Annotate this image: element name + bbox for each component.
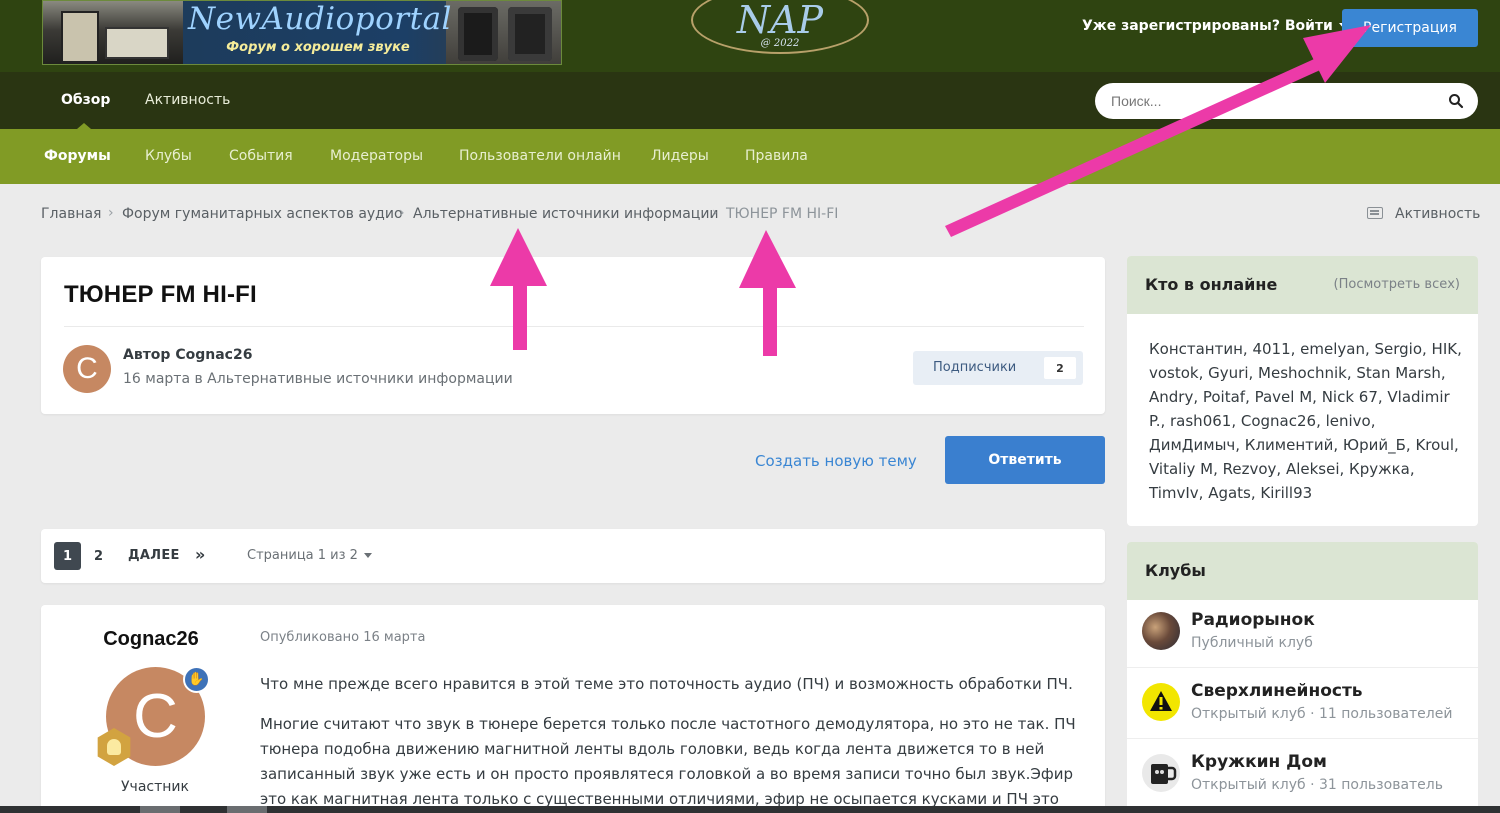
activity-label: Активность — [1395, 206, 1481, 222]
create-topic-link[interactable]: Создать новую тему — [755, 452, 917, 470]
main-nav: Обзор Активность — [0, 72, 1500, 129]
club-name[interactable]: Кружкин Дом — [1191, 752, 1327, 772]
subnav-online-users[interactable]: Пользователи онлайн — [459, 148, 621, 164]
widget-title: Кто в онлайне — [1145, 275, 1278, 294]
site-banner[interactable]: NewAudioportal Форум о хорошем звуке — [42, 0, 562, 65]
breadcrumb-home[interactable]: Главная — [41, 206, 101, 222]
logo-text: NAP — [736, 0, 824, 42]
search-input[interactable] — [1111, 83, 1431, 119]
subnav-rules[interactable]: Правила — [745, 148, 808, 164]
post-date: Опубликовано 16 марта — [260, 630, 426, 645]
subnav-events[interactable]: События — [229, 148, 293, 164]
site-logo[interactable]: NAP @ 2022 — [691, 0, 869, 54]
hand-icon: ✋ — [183, 666, 210, 693]
followers-label: Подписчики — [933, 360, 1017, 375]
subnav-moderators[interactable]: Модераторы — [330, 148, 423, 164]
post-card: Cognac26 C ✋ Участник Опубликовано 16 ма… — [41, 605, 1105, 813]
club-name[interactable]: Радиорынок — [1191, 610, 1315, 630]
club-radiorynok-icon — [1142, 612, 1180, 650]
club-name[interactable]: Сверхлинейность — [1191, 681, 1363, 701]
activity-link[interactable]: Активность — [1367, 206, 1480, 222]
banner-subtitle: Форум о хорошем звуке — [226, 40, 410, 55]
page-jump-label: Страница 1 из 2 — [247, 548, 358, 563]
member-role: Участник — [121, 779, 189, 795]
widget-title: Клубы — [1145, 561, 1206, 580]
club-item[interactable]: Сверхлинейность Открытый клуб · 11 польз… — [1127, 668, 1478, 739]
page-title: ТЮНЕР FM HI-FI — [64, 281, 257, 308]
breadcrumb-forum[interactable]: Форум гуманитарных аспектов аудио — [122, 206, 403, 222]
post-paragraph: Что мне прежде всего нравится в этой тем… — [260, 675, 1073, 693]
subnav-leaders[interactable]: Лидеры — [651, 148, 709, 164]
breadcrumb-separator-icon: › — [712, 205, 718, 221]
followers-count-badge: 2 — [1044, 357, 1076, 379]
banner-photo-speakers — [446, 1, 561, 64]
banner-title: NewAudioportal — [188, 1, 452, 37]
club-superlinearity-icon — [1142, 683, 1180, 721]
sub-nav: Форумы Клубы События Модераторы Пользова… — [0, 129, 1500, 184]
topic-author[interactable]: Автор Cognac26 — [123, 347, 252, 363]
taskbar-strip — [0, 806, 1500, 813]
page-2-button[interactable]: 2 — [85, 542, 112, 570]
rank-badge-inner — [107, 739, 121, 755]
view-all-online-link[interactable]: (Посмотреть всех) — [1334, 277, 1460, 292]
pagination: 1 2 ДАЛЕЕ » Страница 1 из 2 — [41, 529, 1105, 583]
widget-header: Кто в онлайне (Посмотреть всех) — [1127, 256, 1478, 314]
breadcrumb-subforum[interactable]: Альтернативные источники информации — [413, 206, 719, 222]
post-paragraph: Многие считают что звук в тюнере берется… — [260, 715, 1076, 808]
page-1-button[interactable]: 1 — [54, 542, 81, 570]
mug-icon — [1151, 764, 1177, 784]
signin-label: Уже зарегистрированы? Войти — [1082, 18, 1333, 34]
author-avatar[interactable]: C — [63, 345, 111, 393]
widget-header: Клубы — [1127, 542, 1478, 600]
taskbar-item[interactable] — [140, 806, 180, 813]
activity-icon — [1367, 207, 1383, 219]
topic-header-card: ТЮНЕР FM HI-FI C Автор Cognac26 16 марта… — [41, 257, 1105, 414]
club-item[interactable]: Радиорынок Публичный клуб — [1127, 597, 1478, 668]
divider — [64, 326, 1084, 327]
breadcrumb-separator-icon: › — [108, 205, 114, 221]
breadcrumb-current: ТЮНЕР FM HI-FI — [726, 206, 839, 222]
online-users-list[interactable]: Константин, 4011, emelyan, Sergio, HIK, … — [1149, 337, 1464, 505]
last-page-button[interactable]: » — [195, 545, 205, 564]
tab-overview[interactable]: Обзор — [61, 92, 110, 108]
search-icon[interactable] — [1448, 93, 1464, 109]
banner-photo-amplifiers — [43, 1, 183, 64]
breadcrumb-separator-icon: › — [399, 205, 405, 221]
taskbar-item[interactable] — [227, 806, 267, 813]
club-item[interactable]: Кружкин Дом Открытый клуб · 31 пользоват… — [1127, 739, 1478, 810]
logo-year: @ 2022 — [760, 38, 800, 49]
subnav-clubs[interactable]: Клубы — [145, 148, 192, 164]
club-meta: Публичный клуб — [1191, 635, 1313, 651]
subnav-forums[interactable]: Форумы — [44, 148, 111, 164]
clubs-widget: Клубы Радиорынок Публичный клуб Сверхлин… — [1127, 542, 1478, 813]
next-page-button[interactable]: ДАЛЕЕ — [128, 548, 180, 563]
signin-link[interactable]: Уже зарегистрированы? Войти — [1082, 18, 1349, 34]
chevron-down-icon — [363, 553, 372, 558]
online-users-widget: Кто в онлайне (Посмотреть всех) Констант… — [1127, 256, 1478, 526]
post-author-name[interactable]: Cognac26 — [41, 628, 261, 651]
warning-triangle-icon — [1150, 691, 1172, 711]
club-kruzhkin-icon — [1142, 754, 1180, 792]
tab-activity[interactable]: Активность — [145, 92, 230, 108]
page-jump-dropdown[interactable]: Страница 1 из 2 — [247, 548, 372, 563]
post-body: Что мне прежде всего нравится в этой тем… — [260, 672, 1080, 813]
club-meta: Открытый клуб · 11 пользователей — [1191, 706, 1453, 722]
club-meta: Открытый клуб · 31 пользователь — [1191, 777, 1443, 793]
followers-button[interactable]: Подписчики 2 — [913, 351, 1083, 385]
search-box — [1095, 83, 1478, 119]
site-header: NewAudioportal Форум о хорошем звуке NAP… — [0, 0, 1500, 72]
topic-meta: 16 марта в Альтернативные источники инфо… — [123, 371, 513, 387]
register-button[interactable]: Регистрация — [1342, 9, 1478, 47]
reply-button[interactable]: Ответить — [945, 436, 1105, 484]
